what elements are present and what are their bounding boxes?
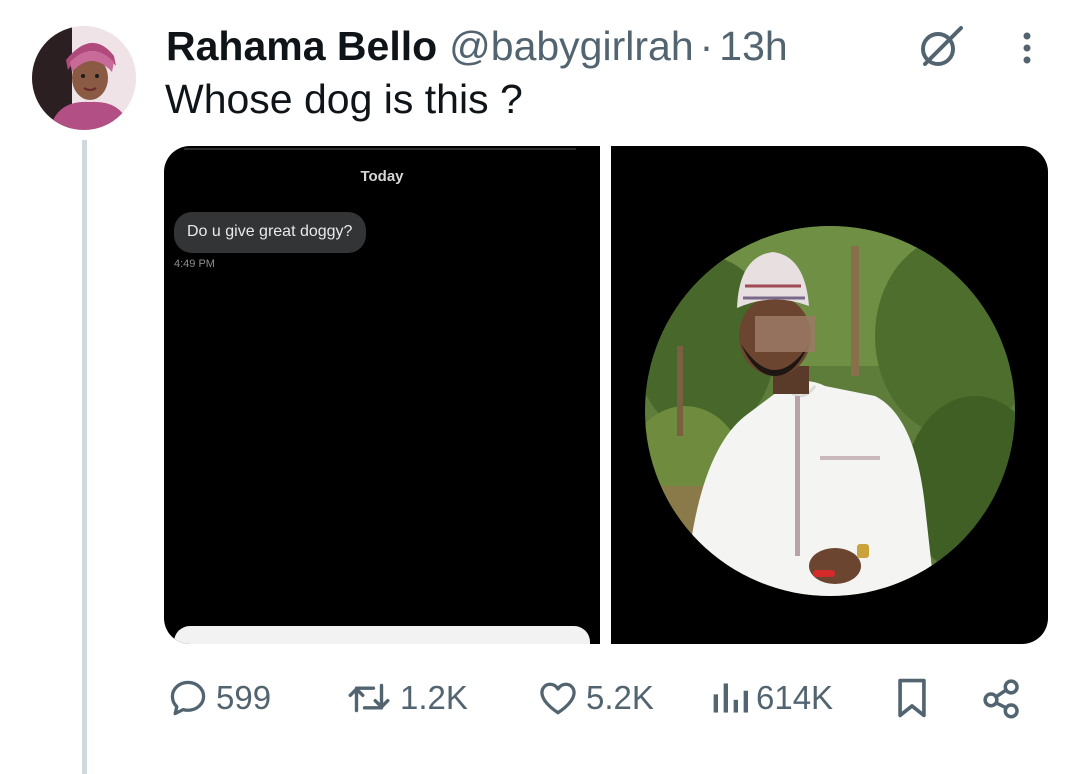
separator-dot: · — [699, 22, 714, 69]
views-count: 614K — [756, 679, 834, 716]
like-button[interactable]: 5.2K — [536, 668, 654, 728]
media-image-profile-photo[interactable] — [611, 146, 1048, 644]
media-image-chat-screenshot[interactable]: Today Do u give great doggy? 4:49 PM — [164, 146, 600, 644]
avatar-image — [32, 26, 136, 130]
like-count: 5.2K — [586, 679, 654, 716]
share-icon — [983, 679, 1019, 719]
action-bar: 599 1.2K 5.2K 614K — [0, 668, 1080, 728]
bookmark-icon — [898, 678, 926, 718]
message-time: 4:49 PM — [174, 258, 215, 270]
heart-icon — [540, 682, 576, 715]
bookmark-button[interactable] — [892, 668, 932, 728]
views-icon — [713, 683, 748, 713]
message-input-bar — [174, 626, 590, 644]
user-handle[interactable]: @babygirlrah — [449, 23, 693, 70]
reply-icon — [170, 680, 206, 716]
repost-count: 1.2K — [400, 679, 468, 716]
tweet-header: Rahama Bello @babygirlrah · 13h — [166, 18, 788, 74]
avatar[interactable] — [32, 26, 136, 130]
divider — [184, 148, 576, 150]
views-button[interactable]: 614K — [710, 668, 833, 728]
repost-button[interactable]: 1.2K — [344, 668, 468, 728]
day-label: Today — [360, 168, 404, 185]
reply-button[interactable]: 599 — [166, 668, 271, 728]
grok-icon[interactable] — [915, 22, 965, 72]
more-vertical-icon[interactable] — [1010, 26, 1044, 70]
display-name[interactable]: Rahama Bello — [166, 23, 437, 70]
tweet-text: Whose dog is this ? — [165, 76, 523, 122]
share-button[interactable] — [980, 668, 1024, 728]
reply-count: 599 — [216, 679, 272, 716]
profile-photo — [645, 226, 1015, 596]
timestamp[interactable]: 13h — [719, 23, 787, 70]
repost-icon — [348, 683, 390, 713]
message-bubble: Do u give great doggy? — [174, 212, 367, 253]
